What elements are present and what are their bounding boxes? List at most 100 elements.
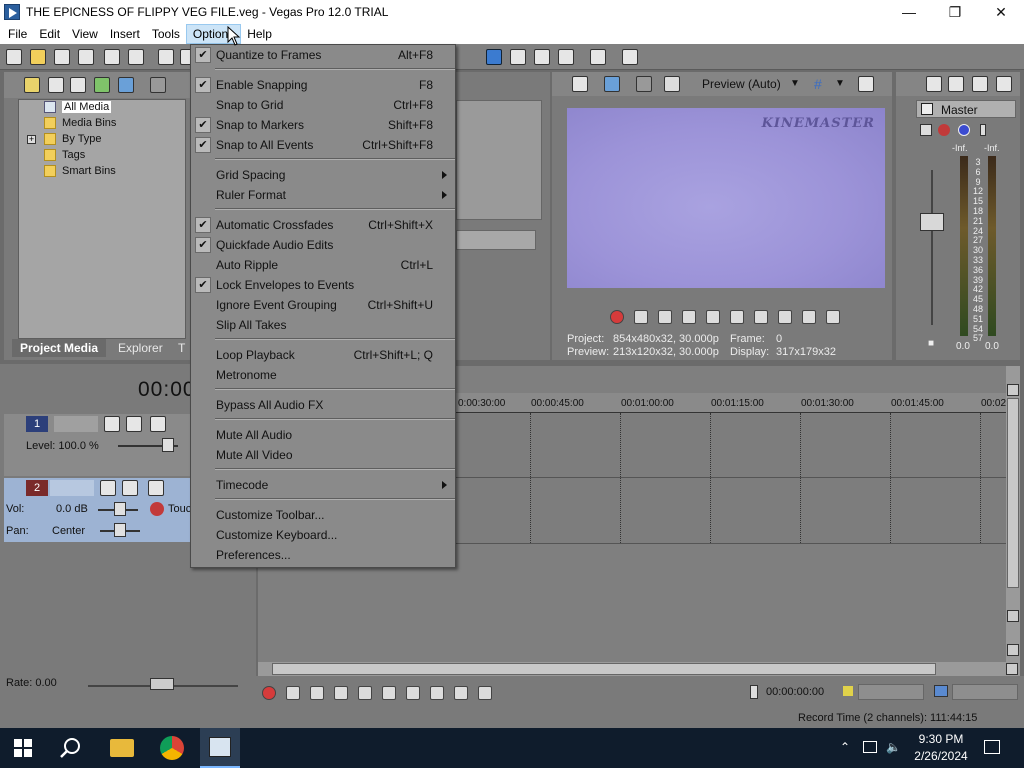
tab-project-media[interactable]: Project Media: [12, 339, 107, 357]
play-from-start-icon[interactable]: [658, 310, 672, 324]
menu-view[interactable]: View: [66, 24, 104, 44]
play-from-start-icon[interactable]: [310, 686, 324, 700]
menu-item-quantize[interactable]: ✔ Quantize to Frames Alt+F8: [191, 45, 455, 65]
zoom-icon[interactable]: [1006, 663, 1018, 675]
menu-insert[interactable]: Insert: [104, 24, 146, 44]
menu-item-snap-grid[interactable]: Snap to Grid Ctrl+F8: [191, 95, 455, 115]
tree-media-bins[interactable]: Media Bins: [44, 115, 116, 131]
cursor-timecode[interactable]: 00:00:00:00: [766, 686, 824, 698]
tree-all-media[interactable]: All Media: [44, 99, 112, 115]
menu-edit[interactable]: Edit: [33, 24, 66, 44]
timeline-horizontal-scrollbar[interactable]: [258, 662, 1020, 676]
menu-item-ruler-format[interactable]: Ruler Format: [191, 185, 455, 205]
compositing-icon[interactable]: [126, 416, 142, 432]
middle-field[interactable]: [456, 230, 536, 250]
search-icon[interactable]: [60, 737, 82, 759]
stop-icon[interactable]: [730, 310, 744, 324]
tree-smart-bins[interactable]: Smart Bins: [44, 163, 116, 179]
mixer-props-icon[interactable]: [926, 76, 942, 92]
menu-item-snap-markers[interactable]: ✔ Snap to Markers Shift+F8: [191, 115, 455, 135]
level-slider-thumb[interactable]: [162, 438, 174, 452]
preview-settings-icon[interactable]: [572, 76, 588, 92]
menu-item-bypass-fx[interactable]: Bypass All Audio FX: [191, 395, 455, 415]
zoom-out-icon[interactable]: [1007, 644, 1019, 656]
split-screen-icon[interactable]: [664, 76, 680, 92]
chrome-icon[interactable]: [160, 736, 184, 760]
open-icon[interactable]: [30, 49, 46, 65]
notifications-icon[interactable]: [984, 740, 1000, 754]
zoom-tool-icon[interactable]: [558, 49, 574, 65]
play-icon[interactable]: [334, 686, 348, 700]
render-icon[interactable]: [104, 49, 120, 65]
h-scroll-thumb[interactable]: [272, 663, 936, 675]
normal-edit-tool-icon[interactable]: [486, 49, 502, 65]
track-name-field[interactable]: [50, 480, 94, 496]
selection-tool-icon[interactable]: [534, 49, 550, 65]
minimize-icon[interactable]: —: [886, 0, 932, 24]
audio-fx-icon[interactable]: [148, 480, 164, 496]
help-pointer-icon[interactable]: [590, 49, 606, 65]
menu-file[interactable]: File: [2, 24, 33, 44]
external-monitor-icon[interactable]: [604, 76, 620, 92]
whats-this-icon[interactable]: [622, 49, 638, 65]
lock-icon[interactable]: ■: [928, 338, 934, 349]
solo-icon[interactable]: [980, 124, 986, 136]
touch-mode-label[interactable]: Touc: [168, 503, 191, 515]
menu-item-snap-events[interactable]: ✔ Snap to All Events Ctrl+Shift+F8: [191, 135, 455, 155]
menu-item-loop-playback[interactable]: Loop Playback Ctrl+Shift+L; Q: [191, 345, 455, 365]
chevron-down-icon[interactable]: ▼: [790, 78, 800, 89]
search-icon[interactable]: [118, 77, 134, 93]
mixer-downmix-icon[interactable]: [972, 76, 988, 92]
save-as-icon[interactable]: [78, 49, 94, 65]
menu-item-timecode[interactable]: Timecode: [191, 475, 455, 495]
menu-item-preferences[interactable]: Preferences...: [191, 545, 455, 565]
go-to-end-icon[interactable]: [778, 310, 792, 324]
mute-icon[interactable]: [958, 124, 970, 136]
timeline-vertical-scrollbar[interactable]: [1006, 366, 1020, 662]
mixer-channels-icon[interactable]: [996, 76, 1012, 92]
pause-icon[interactable]: [706, 310, 720, 324]
automation-gear-icon[interactable]: [150, 502, 164, 516]
close-icon[interactable]: ✕: [978, 0, 1024, 24]
menu-item-mute-audio[interactable]: Mute All Audio: [191, 425, 455, 445]
mixer-insert-icon[interactable]: [948, 76, 964, 92]
master-fader-knob[interactable]: [920, 213, 944, 231]
overlays-icon[interactable]: #: [814, 76, 822, 92]
import-media-icon[interactable]: [24, 77, 40, 93]
vol-slider-thumb[interactable]: [114, 502, 126, 516]
expand-icon[interactable]: +: [27, 135, 36, 144]
next-frame-icon[interactable]: [826, 310, 840, 324]
scroll-up-icon[interactable]: [1007, 384, 1019, 396]
tree-tags[interactable]: Tags: [44, 147, 85, 163]
fx-gear-icon[interactable]: [938, 124, 950, 136]
fx-icon[interactable]: [636, 76, 652, 92]
go-to-start-icon[interactable]: [406, 686, 420, 700]
capture-icon[interactable]: [48, 77, 64, 93]
vegas-taskbar-button[interactable]: [200, 728, 240, 768]
arm-record-icon[interactable]: [100, 480, 116, 496]
selection-length-field[interactable]: [952, 684, 1018, 700]
network-icon[interactable]: [863, 741, 877, 753]
go-to-end-icon[interactable]: [430, 686, 444, 700]
chevron-down-icon[interactable]: ▼: [835, 78, 845, 89]
pan-slider-thumb[interactable]: [114, 523, 126, 537]
menu-help[interactable]: Help: [241, 24, 278, 44]
maximize-icon[interactable]: ❐: [932, 0, 978, 24]
prev-frame-icon[interactable]: [802, 310, 816, 324]
properties-icon[interactable]: [128, 49, 144, 65]
new-project-icon[interactable]: [6, 49, 22, 65]
refresh-icon[interactable]: [94, 77, 110, 93]
menu-item-mute-video[interactable]: Mute All Video: [191, 445, 455, 465]
bypass-icon[interactable]: [150, 416, 166, 432]
windows-start-icon[interactable]: [14, 739, 32, 757]
menu-item-slip-takes[interactable]: Slip All Takes: [191, 315, 455, 335]
taskbar-clock[interactable]: 9:30 PM 2/26/2024: [908, 731, 974, 765]
save-icon[interactable]: [54, 49, 70, 65]
record-icon[interactable]: [262, 686, 276, 700]
invert-phase-icon[interactable]: [122, 480, 138, 496]
preview-quality-dropdown[interactable]: Preview (Auto): [702, 77, 781, 91]
pause-icon[interactable]: [358, 686, 372, 700]
next-frame-icon[interactable]: [478, 686, 492, 700]
loop-icon[interactable]: [634, 310, 648, 324]
scroll-thumb[interactable]: [1007, 398, 1019, 588]
